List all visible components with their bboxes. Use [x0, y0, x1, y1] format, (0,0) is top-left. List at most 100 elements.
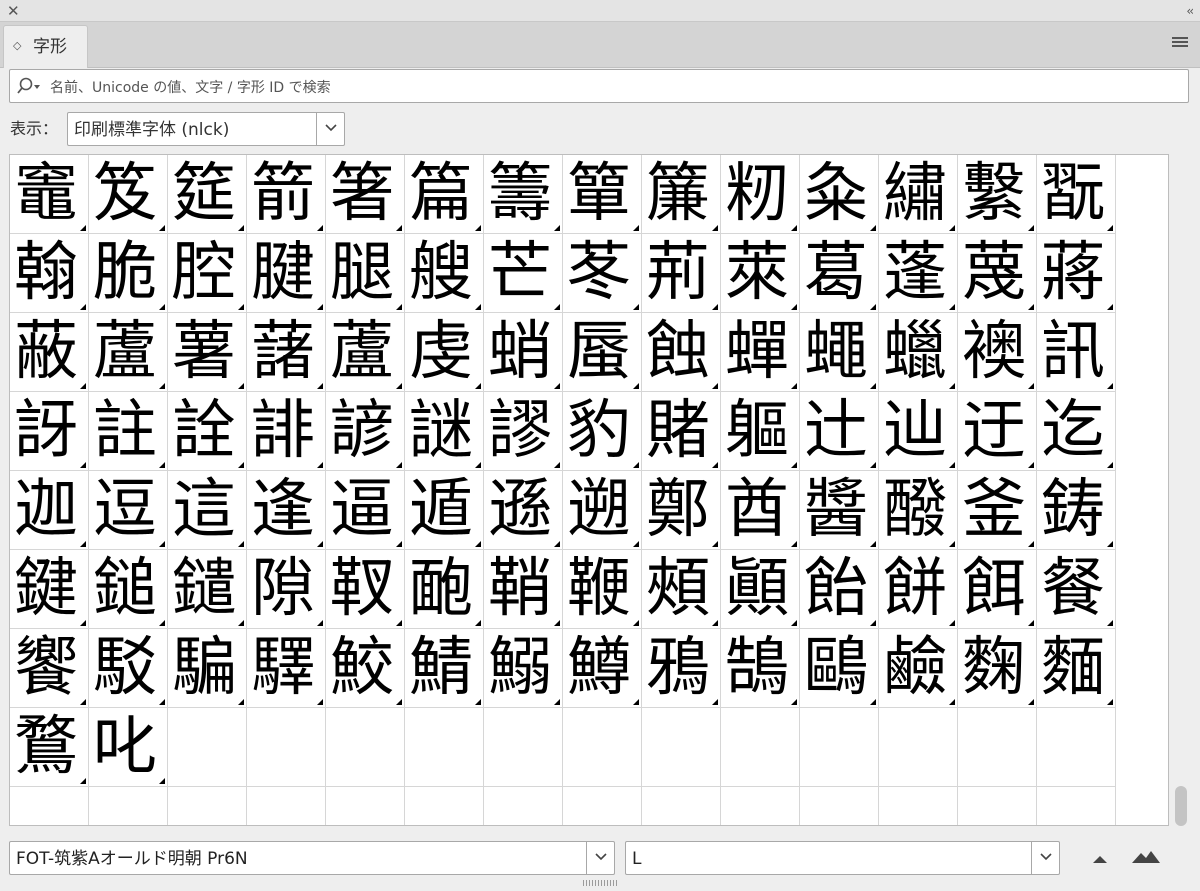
- glyph-cell[interactable]: 蠟: [879, 313, 958, 392]
- glyph-cell[interactable]: 鵠: [721, 629, 800, 708]
- glyph-cell[interactable]: 饗: [10, 629, 89, 708]
- alternates-triangle-icon[interactable]: [159, 383, 165, 389]
- glyph-cell[interactable]: 迂: [958, 392, 1037, 471]
- glyph-cell[interactable]: 籾: [721, 155, 800, 234]
- alternates-triangle-icon[interactable]: [475, 462, 481, 468]
- glyph-cell[interactable]: 鮫: [326, 629, 405, 708]
- glyph-cell[interactable]: 簞: [563, 155, 642, 234]
- alternates-triangle-icon[interactable]: [1107, 304, 1113, 310]
- glyph-cell[interactable]: 鋳: [1037, 471, 1116, 550]
- scrollbar[interactable]: [1171, 154, 1191, 826]
- alternates-triangle-icon[interactable]: [949, 304, 955, 310]
- glyph-cell[interactable]: 蠅: [800, 313, 879, 392]
- glyph-cell[interactable]: 蝕: [642, 313, 721, 392]
- glyph-cell[interactable]: 遡: [563, 471, 642, 550]
- glyph-cell[interactable]: 鶩: [10, 708, 89, 787]
- glyph-cell[interactable]: 葛: [800, 234, 879, 313]
- glyph-cell[interactable]: 虔: [405, 313, 484, 392]
- glyph-cell[interactable]: 叱: [89, 708, 168, 787]
- glyph-cell[interactable]: 頰: [642, 550, 721, 629]
- resize-grip[interactable]: [583, 880, 617, 886]
- alternates-triangle-icon[interactable]: [238, 304, 244, 310]
- glyph-cell[interactable]: 脆: [89, 234, 168, 313]
- alternates-triangle-icon[interactable]: [633, 304, 639, 310]
- alternates-triangle-icon[interactable]: [238, 541, 244, 547]
- alternates-triangle-icon[interactable]: [554, 620, 560, 626]
- alternates-triangle-icon[interactable]: [475, 225, 481, 231]
- alternates-triangle-icon[interactable]: [1107, 462, 1113, 468]
- alternates-triangle-icon[interactable]: [633, 541, 639, 547]
- glyph-cell[interactable]: 笈: [89, 155, 168, 234]
- glyph-cell[interactable]: 艘: [405, 234, 484, 313]
- alternates-triangle-icon[interactable]: [1028, 541, 1034, 547]
- alternates-triangle-icon[interactable]: [80, 383, 86, 389]
- alternates-triangle-icon[interactable]: [791, 620, 797, 626]
- zoom-out-icon[interactable]: [1092, 854, 1108, 864]
- glyph-cell[interactable]: 蘆: [89, 313, 168, 392]
- alternates-triangle-icon[interactable]: [791, 304, 797, 310]
- glyph-cell[interactable]: 遜: [484, 471, 563, 550]
- glyph-cell[interactable]: 靤: [405, 550, 484, 629]
- glyph-cell[interactable]: 蔣: [1037, 234, 1116, 313]
- alternates-triangle-icon[interactable]: [870, 699, 876, 705]
- glyph-cell[interactable]: 蘆: [326, 313, 405, 392]
- glyph-cell[interactable]: 鍵: [10, 550, 89, 629]
- glyph-cell[interactable]: 辻: [800, 392, 879, 471]
- glyph-cell[interactable]: 飴: [800, 550, 879, 629]
- alternates-triangle-icon[interactable]: [159, 699, 165, 705]
- alternates-triangle-icon[interactable]: [159, 462, 165, 468]
- glyph-cell[interactable]: 鑓: [168, 550, 247, 629]
- glyph-cell[interactable]: 蛸: [484, 313, 563, 392]
- alternates-triangle-icon[interactable]: [159, 620, 165, 626]
- alternates-triangle-icon[interactable]: [791, 383, 797, 389]
- alternates-triangle-icon[interactable]: [238, 620, 244, 626]
- alternates-triangle-icon[interactable]: [159, 225, 165, 231]
- alternates-triangle-icon[interactable]: [554, 225, 560, 231]
- glyph-cell[interactable]: 賭: [642, 392, 721, 471]
- glyph-cell[interactable]: 辿: [879, 392, 958, 471]
- alternates-triangle-icon[interactable]: [554, 541, 560, 547]
- alternates-triangle-icon[interactable]: [396, 541, 402, 547]
- glyph-cell[interactable]: 蜃: [563, 313, 642, 392]
- glyph-cell[interactable]: 竈: [10, 155, 89, 234]
- alternates-triangle-icon[interactable]: [949, 462, 955, 468]
- glyph-cell[interactable]: 迄: [1037, 392, 1116, 471]
- glyph-cell[interactable]: 隙: [247, 550, 326, 629]
- alternates-triangle-icon[interactable]: [317, 225, 323, 231]
- alternates-triangle-icon[interactable]: [396, 462, 402, 468]
- alternates-triangle-icon[interactable]: [80, 304, 86, 310]
- alternates-triangle-icon[interactable]: [475, 620, 481, 626]
- glyph-cell[interactable]: 芒: [484, 234, 563, 313]
- glyph-cell[interactable]: 靫: [326, 550, 405, 629]
- alternates-triangle-icon[interactable]: [870, 225, 876, 231]
- alternates-triangle-icon[interactable]: [554, 304, 560, 310]
- alternates-triangle-icon[interactable]: [870, 304, 876, 310]
- glyph-cell[interactable]: 餅: [879, 550, 958, 629]
- alternates-triangle-icon[interactable]: [949, 383, 955, 389]
- alternates-triangle-icon[interactable]: [633, 462, 639, 468]
- alternates-triangle-icon[interactable]: [1028, 225, 1034, 231]
- close-icon[interactable]: ✕: [7, 1, 20, 21]
- glyph-cell[interactable]: 鯖: [405, 629, 484, 708]
- alternates-triangle-icon[interactable]: [396, 225, 402, 231]
- glyph-cell[interactable]: 這: [168, 471, 247, 550]
- glyph-cell[interactable]: 萊: [721, 234, 800, 313]
- alternates-triangle-icon[interactable]: [633, 620, 639, 626]
- alternates-triangle-icon[interactable]: [712, 620, 718, 626]
- glyph-cell[interactable]: 蓬: [879, 234, 958, 313]
- glyph-cell[interactable]: 豹: [563, 392, 642, 471]
- glyph-cell[interactable]: 遁: [405, 471, 484, 550]
- glyph-cell[interactable]: 逼: [326, 471, 405, 550]
- glyph-cell[interactable]: 箭: [247, 155, 326, 234]
- alternates-triangle-icon[interactable]: [1028, 304, 1034, 310]
- glyph-cell[interactable]: 腔: [168, 234, 247, 313]
- search-icon[interactable]: [16, 77, 42, 95]
- font-family-dropdown-button[interactable]: [586, 842, 614, 874]
- glyph-cell[interactable]: 筵: [168, 155, 247, 234]
- glyph-cell[interactable]: 蟬: [721, 313, 800, 392]
- glyph-cell[interactable]: 誹: [247, 392, 326, 471]
- collapse-panel-icon[interactable]: ‹‹: [1186, 1, 1193, 21]
- alternates-triangle-icon[interactable]: [1028, 462, 1034, 468]
- glyph-cell[interactable]: 麵: [1037, 629, 1116, 708]
- glyph-cell[interactable]: 荊: [642, 234, 721, 313]
